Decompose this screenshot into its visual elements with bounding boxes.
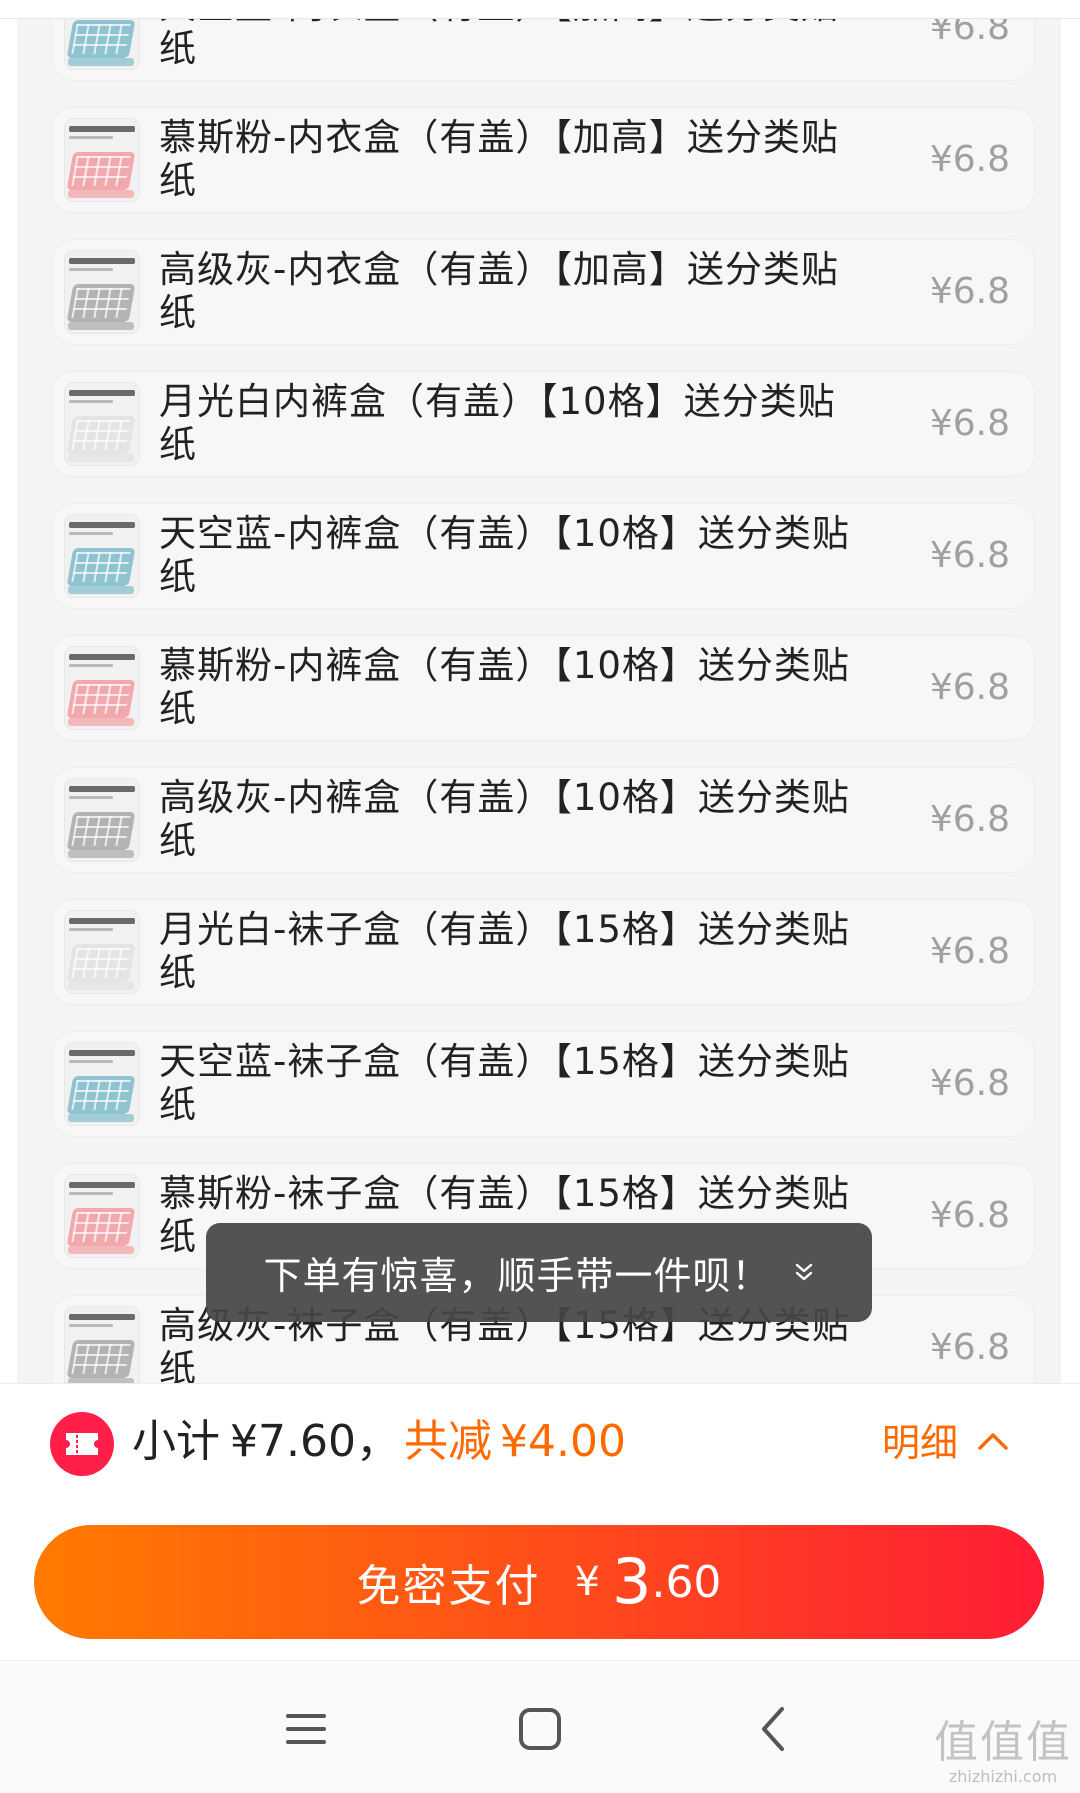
sku-option-price: ¥6.8 bbox=[929, 931, 1010, 972]
storage-box-thumbnail bbox=[64, 1306, 140, 1383]
price-detail-toggle[interactable]: 明细 bbox=[882, 1420, 1010, 1466]
sku-option-price: ¥6.8 bbox=[929, 403, 1010, 444]
site-watermark: 值值值 zhizhizhi.com bbox=[934, 1717, 1072, 1787]
sku-option-name: 慕斯粉-内衣盒（有盖）【加高】送分类贴纸 bbox=[159, 116, 839, 202]
sku-options-list[interactable]: 天空蓝-内衣盒（有盖）【加高】送分类贴纸¥6.8慕斯粉-内衣盒（有盖）【加高】送… bbox=[17, 0, 1061, 1383]
watermark-url: zhizhizhi.com bbox=[948, 1767, 1058, 1786]
sku-option-name: 月光白-袜子盒（有盖）【15格】送分类贴纸 bbox=[159, 908, 850, 994]
sku-option-name: 天空蓝-内裤盒（有盖）【10格】送分类贴纸 bbox=[159, 512, 850, 598]
sku-option-name: 天空蓝-袜子盒（有盖）【15格】送分类贴纸 bbox=[159, 1040, 850, 1126]
password-free-pay-button[interactable]: 免密支付 ¥ 3 .60 bbox=[34, 1525, 1044, 1639]
sku-option-name: 高级灰-内衣盒（有盖）【加高】送分类贴纸 bbox=[159, 248, 839, 334]
sku-option-item[interactable]: 高级灰-内裤盒（有盖）【10格】送分类贴纸 ¥6.8 bbox=[51, 767, 1035, 873]
sku-option-name: 高级灰-内裤盒（有盖）【10格】送分类贴纸 bbox=[159, 776, 850, 862]
sku-option-item[interactable]: 慕斯粉-内衣盒（有盖）【加高】送分类贴纸 ¥6.8 bbox=[51, 107, 1035, 213]
order-summary-bar: 小计 ¥7.60， 共减 ¥4.00 明细 bbox=[0, 1384, 1080, 1510]
promo-toast[interactable]: 下单有惊喜，顺手带一件呗！ bbox=[206, 1223, 872, 1322]
double-chevron-down-icon[interactable] bbox=[793, 1262, 815, 1284]
sku-option-name: 月光白内裤盒（有盖）【10格】送分类贴纸 bbox=[159, 380, 836, 466]
sku-option-item[interactable]: 月光白-袜子盒（有盖）【15格】送分类贴纸 ¥6.8 bbox=[51, 899, 1035, 1005]
sku-option-name: 慕斯粉-内裤盒（有盖）【10格】送分类贴纸 bbox=[159, 644, 850, 730]
storage-box-thumbnail bbox=[64, 250, 140, 334]
discount-value: ¥4.00 bbox=[500, 1416, 626, 1467]
recent-apps-icon[interactable] bbox=[276, 1699, 336, 1759]
sku-option-item[interactable]: 高级灰-内衣盒（有盖）【加高】送分类贴纸 ¥6.8 bbox=[51, 239, 1035, 345]
storage-box-thumbnail bbox=[64, 646, 140, 730]
pay-currency: ¥ bbox=[574, 1559, 600, 1605]
pay-button-label: 免密支付 bbox=[356, 1561, 541, 1612]
storage-box-thumbnail bbox=[64, 514, 140, 598]
sku-option-price: ¥6.8 bbox=[929, 535, 1010, 576]
system-navigation-bar bbox=[0, 1660, 1080, 1793]
top-divider-strip bbox=[0, 0, 1080, 19]
storage-box-thumbnail bbox=[64, 1042, 140, 1126]
sku-option-price: ¥6.8 bbox=[929, 139, 1010, 180]
pay-amount-decimal: .60 bbox=[651, 1556, 722, 1608]
subtotal-label: 小计 bbox=[132, 1416, 220, 1467]
watermark-logo: 值值值 bbox=[934, 1717, 1072, 1768]
storage-box-thumbnail bbox=[64, 778, 140, 862]
discount-label: 共减 bbox=[404, 1416, 492, 1467]
sku-option-price: ¥6.8 bbox=[929, 799, 1010, 840]
sku-option-price: ¥6.8 bbox=[929, 1327, 1010, 1368]
chevron-up-icon bbox=[976, 1430, 1010, 1456]
sku-option-price: ¥6.8 bbox=[929, 1195, 1010, 1236]
sku-option-item[interactable]: 天空蓝-袜子盒（有盖）【15格】送分类贴纸 ¥6.8 bbox=[51, 1031, 1035, 1137]
pay-amount-integer: 3 bbox=[612, 1545, 652, 1618]
storage-box-thumbnail bbox=[64, 1174, 140, 1258]
sku-option-price: ¥6.8 bbox=[929, 1063, 1010, 1104]
sku-option-item[interactable]: 慕斯粉-内裤盒（有盖）【10格】送分类贴纸 ¥6.8 bbox=[51, 635, 1035, 741]
sku-option-price: ¥6.8 bbox=[929, 271, 1010, 312]
back-icon[interactable] bbox=[744, 1699, 804, 1759]
coupon-ticket-icon bbox=[50, 1412, 114, 1476]
sku-option-price: ¥6.8 bbox=[929, 667, 1010, 708]
sku-option-item[interactable]: 天空蓝-内裤盒（有盖）【10格】送分类贴纸 ¥6.8 bbox=[51, 503, 1035, 609]
sku-option-item[interactable]: 月光白内裤盒（有盖）【10格】送分类贴纸 ¥6.8 bbox=[51, 371, 1035, 477]
storage-box-thumbnail bbox=[64, 910, 140, 994]
storage-box-thumbnail bbox=[64, 382, 140, 466]
storage-box-thumbnail bbox=[64, 118, 140, 202]
subtotal-value: ¥7.60， bbox=[230, 1416, 400, 1467]
home-icon[interactable] bbox=[510, 1699, 570, 1759]
promo-toast-text: 下单有惊喜，顺手带一件呗！ bbox=[263, 1254, 771, 1298]
price-detail-label: 明细 bbox=[881, 1421, 958, 1465]
